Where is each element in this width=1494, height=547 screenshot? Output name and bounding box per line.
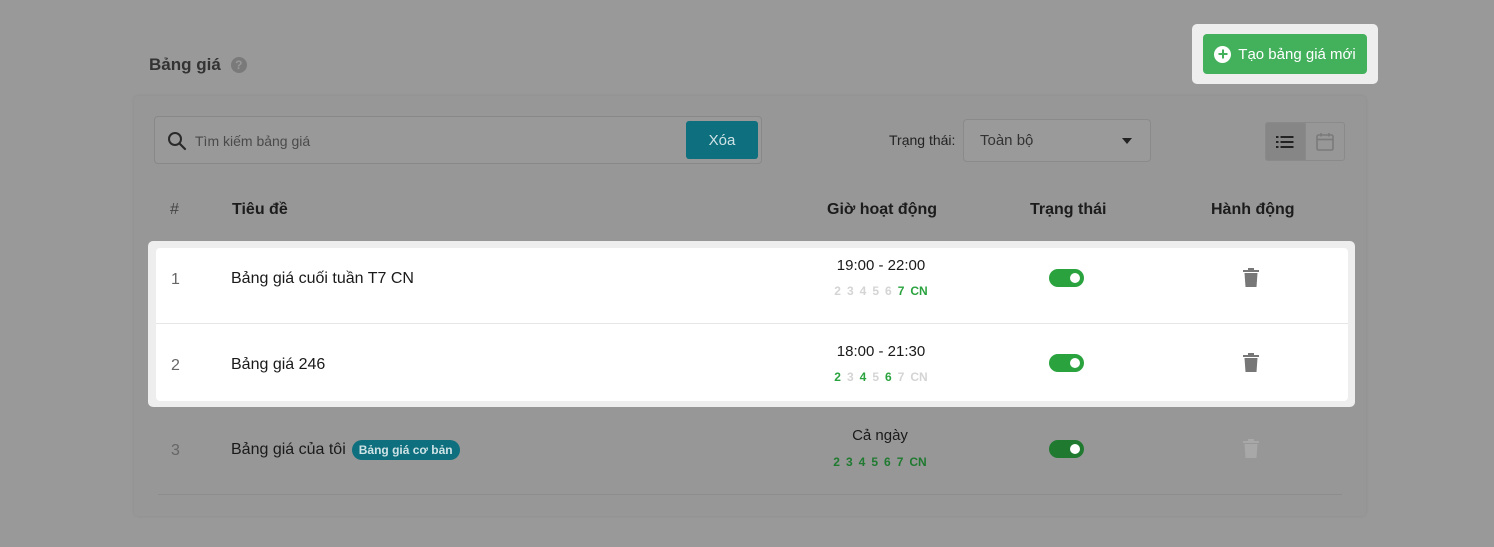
basic-price-badge: Bảng giá cơ bản xyxy=(351,440,460,460)
trash-icon[interactable] xyxy=(1243,268,1259,288)
row-1-title: Bảng giá cuối tuần T7 CN xyxy=(231,270,414,287)
row-2-title: Bảng giá 246 xyxy=(231,356,326,373)
calendar-icon xyxy=(1315,133,1334,151)
day-indicator: 4 xyxy=(858,455,866,469)
list-icon xyxy=(1276,135,1294,148)
day-indicator: 2 xyxy=(834,284,841,298)
day-indicator: 4 xyxy=(859,284,867,298)
day-indicator: 2 xyxy=(834,370,841,384)
day-indicator: 4 xyxy=(859,370,867,384)
row-2-hours: 18:00 - 21:30 xyxy=(836,343,926,360)
page-title-text: Bảng giá xyxy=(149,55,221,74)
caret-down-icon xyxy=(1122,138,1132,144)
create-button-label: Tạo bảng giá mới xyxy=(1238,45,1356,63)
day-indicator: 3 xyxy=(846,370,854,384)
header-hours: Giờ hoạt động xyxy=(827,201,938,218)
row-2-days: 2 3 4 5 6 7 CN xyxy=(781,370,981,384)
row-1-hours: 19:00 - 22:00 xyxy=(836,257,926,274)
row-3-status-toggle[interactable] xyxy=(1049,440,1084,458)
header-title: Tiêu đề xyxy=(232,201,288,218)
row-3-hours: Cả ngày xyxy=(852,427,908,444)
day-indicator: 6 xyxy=(884,455,891,469)
row-2-index: 2 xyxy=(171,357,180,374)
table-row: 2 Bảng giá 246 18:00 - 21:30 2 3 4 5 6 7 CN xyxy=(156,324,1348,400)
row-1-index: 1 xyxy=(171,271,180,288)
create-price-list-button[interactable]: Tạo bảng giá mới xyxy=(1203,34,1367,74)
row-2-status-toggle[interactable] xyxy=(1049,354,1084,372)
day-indicator: 6 xyxy=(885,370,892,384)
status-filter-value: Toàn bộ xyxy=(980,132,1034,149)
day-indicator: CN xyxy=(910,370,928,384)
page-title: Bảng giá ? xyxy=(149,55,247,75)
row-3-title: Bảng giá của tôi Bảng giá cơ bản xyxy=(231,440,460,460)
day-indicator: 3 xyxy=(845,455,853,469)
row-3-title-text: Bảng giá của tôi xyxy=(231,441,346,458)
header-index: # xyxy=(170,201,179,218)
calendar-view-button[interactable] xyxy=(1306,123,1345,160)
row-3-days: 2 3 4 5 6 7 CN xyxy=(780,455,980,469)
search-box: Xóa xyxy=(154,116,762,164)
day-indicator: 6 xyxy=(885,284,892,298)
day-indicator: 2 xyxy=(833,455,840,469)
plus-circle-icon xyxy=(1214,45,1232,63)
table-body: 1 Bảng giá cuối tuần T7 CN 19:00 - 22:00… xyxy=(156,248,1348,401)
row-1-status-toggle[interactable] xyxy=(1049,269,1084,287)
day-indicator: 5 xyxy=(872,284,880,298)
header-status: Trạng thái xyxy=(1030,201,1107,218)
day-indicator: 7 xyxy=(897,284,905,298)
trash-icon xyxy=(1243,439,1259,458)
day-indicator: 7 xyxy=(897,370,905,384)
trash-icon[interactable] xyxy=(1243,353,1259,373)
create-button-highlight: Tạo bảng giá mới xyxy=(1192,24,1378,84)
search-input[interactable] xyxy=(193,125,677,157)
day-indicator: 5 xyxy=(871,455,879,469)
day-indicator: CN xyxy=(910,284,928,298)
list-view-button[interactable] xyxy=(1266,123,1306,160)
question-circle-icon[interactable]: ? xyxy=(230,57,247,73)
day-indicator: 3 xyxy=(846,284,854,298)
day-indicator: 5 xyxy=(872,370,880,384)
day-indicator: CN xyxy=(909,455,927,469)
status-filter-select[interactable]: Toàn bộ xyxy=(963,119,1151,162)
row-3-index: 3 xyxy=(171,442,180,459)
day-indicator: 7 xyxy=(896,455,904,469)
view-toggle xyxy=(1265,122,1345,161)
row-1-days: 2 3 4 5 6 7 CN xyxy=(781,284,981,298)
table-row: 1 Bảng giá cuối tuần T7 CN 19:00 - 22:00… xyxy=(156,248,1348,324)
search-icon xyxy=(168,132,187,151)
clear-search-button[interactable]: Xóa xyxy=(686,121,758,159)
header-action: Hành động xyxy=(1211,201,1295,218)
status-filter-label: Trạng thái: xyxy=(889,132,956,148)
table-bottom-divider xyxy=(158,494,1342,495)
